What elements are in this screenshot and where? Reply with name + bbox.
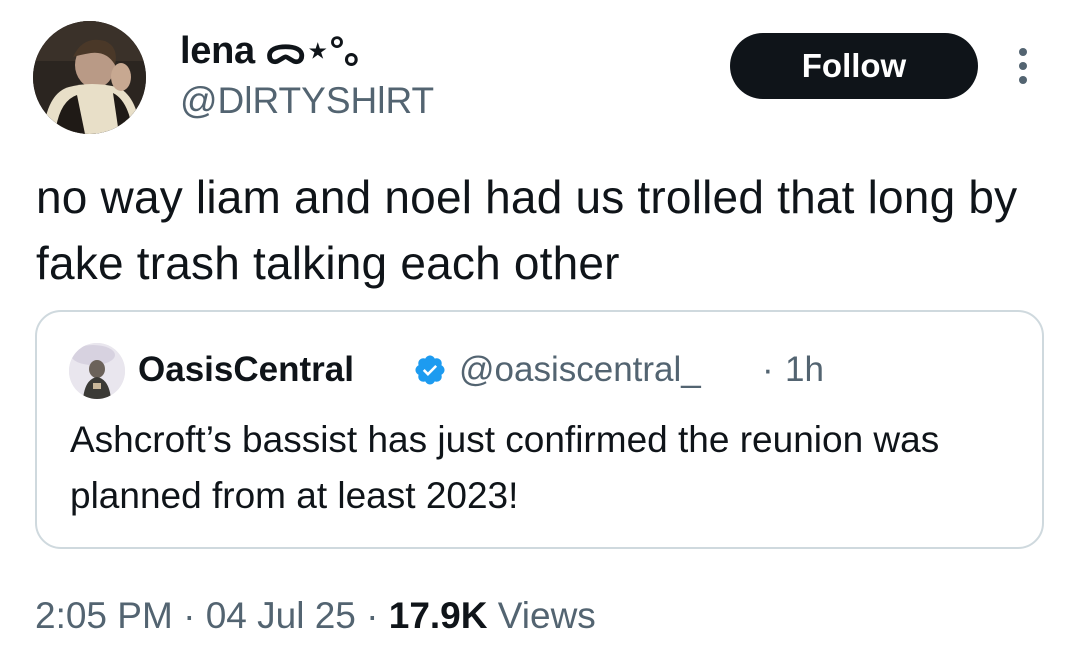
views-label: Views	[487, 595, 596, 636]
author-display-name[interactable]: lena ᯅ⋆°｡	[180, 28, 363, 74]
author-handle[interactable]: @DlRTYSHlRT	[180, 79, 434, 123]
tweet-text: no way liam and noel had us trolled that…	[36, 171, 1018, 289]
views-count[interactable]: 17.9K	[389, 595, 488, 636]
tweet-time[interactable]: 2:05 PM	[35, 595, 173, 636]
tweet: lena ᯅ⋆°｡ @DlRTYSHlRT Follow no way liam…	[0, 0, 1080, 665]
follow-button[interactable]: Follow	[730, 33, 978, 99]
quoted-tweet-text: Ashcroft’s bassist has just confirmed th…	[70, 419, 940, 516]
quoted-author-avatar[interactable]	[69, 343, 125, 399]
quoted-profile-photo-icon	[69, 343, 125, 399]
more-vertical-icon[interactable]	[1008, 44, 1038, 88]
separator-dot: ·	[762, 350, 774, 389]
quoted-handle[interactable]: @oasiscentral_	[459, 348, 701, 392]
author-avatar[interactable]	[33, 21, 146, 134]
verified-badge-icon	[413, 353, 447, 387]
meta-separator: ·	[172, 595, 206, 636]
tweet-meta: 2:05 PM · 04 Jul 25 · 17.9K Views	[35, 592, 596, 640]
tweet-date[interactable]: 04 Jul 25	[206, 595, 356, 636]
profile-photo-icon	[33, 21, 146, 134]
quoted-display-name[interactable]: OasisCentral	[138, 348, 354, 392]
quoted-tweet-card[interactable]: OasisCentral @oasiscentral_ · 1h Ashcrof…	[35, 310, 1044, 549]
quoted-timestamp[interactable]: 1h	[785, 348, 824, 392]
meta-separator: ·	[355, 595, 389, 636]
